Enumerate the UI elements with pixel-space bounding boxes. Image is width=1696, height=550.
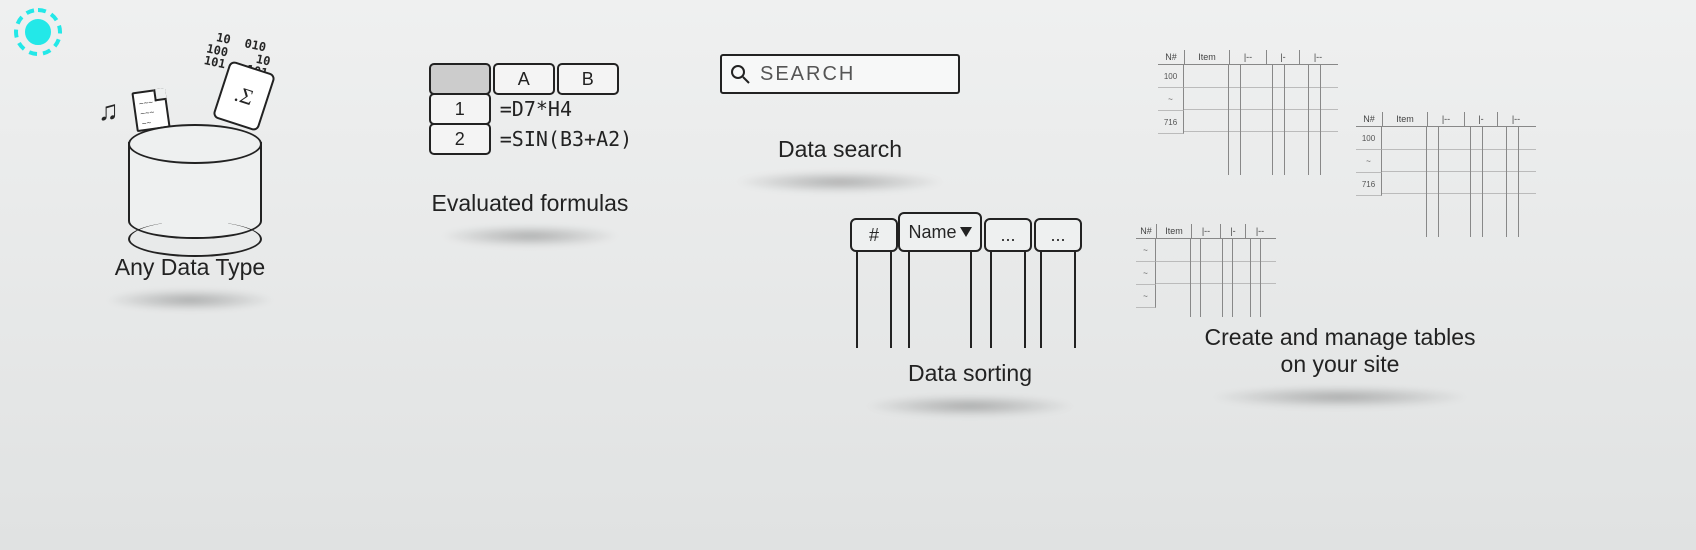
tables-caption-line1: Create and manage tables (1130, 324, 1550, 351)
mini-table-2: N# Item |-- |- |-- ~ ~ ~ (1136, 224, 1276, 317)
formula-2: =SIN(B3+A2) (492, 127, 632, 151)
sort-col-hash[interactable]: # (850, 218, 898, 252)
datatype-illustration: 10 010 100 10 101 101 ♫ ~~~ ~~~ ~~ .Σ (80, 36, 300, 236)
sheet-corner (429, 63, 491, 95)
mini-table-3: N# Item |-- |- |-- 100 ~ 716 (1356, 112, 1536, 237)
mini-table-1: N# Item |-- |- |-- 100 ~ 716 (1158, 50, 1338, 175)
feature-formulas: A B 1 =D7*H4 2 =SIN(B3+A2) Evaluated for… (400, 64, 660, 247)
data-can-bottom (128, 221, 262, 257)
shadow (1210, 386, 1470, 408)
row-header-2: 2 (429, 123, 491, 155)
sort-desc-icon (960, 227, 972, 237)
gear-icon (12, 6, 64, 63)
datatype-caption: Any Data Type (60, 254, 320, 281)
search-placeholder: SEARCH (760, 63, 855, 86)
sorting-illustration: # Name ... ... (850, 218, 1090, 348)
feature-sorting: # Name ... ... Data sorting (830, 218, 1110, 417)
formulas-caption: Evaluated formulas (400, 190, 660, 217)
sort-col-name-label: Name (908, 222, 956, 243)
shadow (735, 171, 945, 193)
sorting-caption: Data sorting (830, 360, 1110, 387)
search-caption: Data search (710, 136, 970, 163)
tables-caption-line2: on your site (1130, 351, 1550, 378)
search-input[interactable]: SEARCH (720, 54, 960, 94)
row-header-1: 1 (429, 93, 491, 125)
feature-tables: N# Item |-- |- |-- 100 ~ 716 (1130, 44, 1550, 408)
feature-search: SEARCH Data search (710, 54, 970, 193)
search-icon (730, 64, 750, 84)
sort-col-4[interactable]: ... (1034, 218, 1082, 252)
data-can-top (128, 124, 262, 164)
col-header-a: A (493, 63, 555, 95)
music-note-icon: ♫ (98, 96, 119, 128)
shadow (865, 395, 1075, 417)
feature-any-data-type: 10 010 100 10 101 101 ♫ ~~~ ~~~ ~~ .Σ An… (60, 36, 320, 311)
shadow (105, 289, 275, 311)
formula-1: =D7*H4 (492, 97, 572, 121)
sort-col-name[interactable]: Name (898, 212, 982, 252)
tables-illustration: N# Item |-- |- |-- 100 ~ 716 (1130, 44, 1550, 324)
shadow (440, 225, 620, 247)
sort-col-3[interactable]: ... (984, 218, 1032, 252)
col-header-b: B (557, 63, 619, 95)
spreadsheet-illustration: A B 1 =D7*H4 2 =SIN(B3+A2) (428, 64, 632, 154)
